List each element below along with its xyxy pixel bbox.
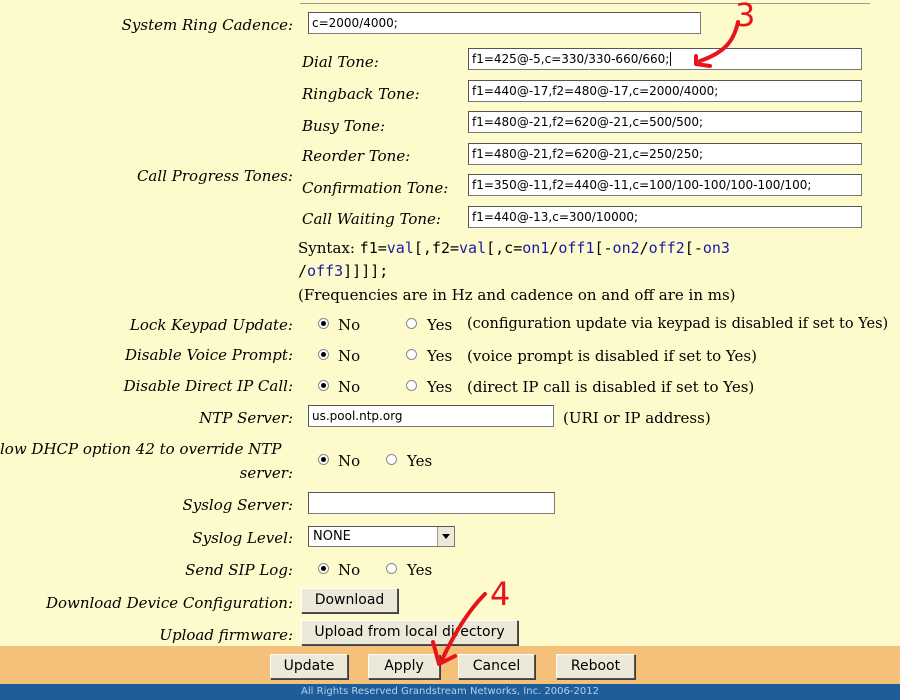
syslog-level-value: NONE: [313, 529, 351, 544]
disable-voice-no-radio[interactable]: [318, 349, 329, 360]
ringback-tone-input[interactable]: f1=440@-17,f2=480@-17,c=2000/4000;: [468, 80, 862, 102]
ntp-server-label: NTP Server:: [199, 409, 293, 427]
syntax-prefix: Syntax:: [298, 239, 360, 257]
dhcp42-label-line1: low DHCP option 42 to override NTP: [0, 440, 282, 458]
syntax-token: [,f2=: [413, 239, 460, 257]
call-waiting-tone-input[interactable]: f1=440@-13,c=300/10000;: [468, 206, 862, 228]
syslog-server-label: Syslog Server:: [182, 496, 293, 514]
send-sip-log-no-label: No: [338, 561, 361, 579]
syntax-note: (Frequencies are in Hz and cadence on an…: [298, 286, 736, 304]
text-caret: [670, 52, 672, 66]
send-sip-log-yes-radio[interactable]: [386, 563, 397, 574]
disable-voice-no-label: No: [338, 347, 361, 365]
syntax-token: off3: [307, 262, 344, 280]
syntax-token: on3: [702, 239, 730, 257]
syntax-token: off2: [648, 239, 685, 257]
syntax-token: /: [298, 262, 308, 280]
arrow-3-icon: [694, 20, 740, 68]
busy-tone-input[interactable]: f1=480@-21,f2=620@-21,c=500/500;: [468, 111, 862, 133]
syntax-line-2: /off3]]]];: [298, 262, 388, 280]
syntax-token: ]]]];: [343, 262, 389, 280]
send-sip-log-yes-label: Yes: [407, 561, 433, 579]
dhcp42-yes-label: Yes: [407, 452, 433, 470]
top-edge: [300, 0, 870, 4]
disable-voice-yes-radio[interactable]: [406, 349, 417, 360]
disable-direct-ip-no-label: No: [338, 378, 361, 396]
system-ring-cadence-input[interactable]: c=2000/4000;: [308, 12, 701, 34]
send-sip-log-label: Send SIP Log:: [185, 561, 293, 579]
update-button[interactable]: Update: [270, 654, 348, 679]
arrow-4-icon: [431, 592, 487, 666]
disable-voice-label: Disable Voice Prompt:: [124, 346, 293, 364]
reorder-tone-label: Reorder Tone:: [302, 147, 411, 165]
dhcp42-no-radio[interactable]: [318, 454, 329, 465]
lock-keypad-yes-radio[interactable]: [406, 318, 417, 329]
syslog-level-label: Syslog Level:: [192, 529, 293, 547]
disable-direct-ip-label: Disable Direct IP Call:: [123, 377, 293, 395]
disable-direct-ip-no-radio[interactable]: [318, 380, 329, 391]
upload-firmware-label: Upload firmware:: [159, 626, 293, 644]
syntax-token: /: [549, 239, 559, 257]
lock-keypad-label: Lock Keypad Update:: [129, 316, 293, 334]
disable-voice-note: (voice prompt is disabled if set to Yes): [467, 347, 757, 365]
syntax-token: val: [459, 239, 487, 257]
lock-keypad-no-label: No: [338, 316, 361, 334]
copyright-footer: All Rights Reserved Grandstream Networks…: [0, 684, 900, 700]
dhcp42-no-label: No: [338, 452, 361, 470]
syntax-token: /: [639, 239, 649, 257]
syntax-line-1: Syntax: f1=val[,f2=val[,c=on1/off1[-on2/…: [298, 239, 730, 257]
busy-tone-label: Busy Tone:: [302, 117, 386, 135]
confirmation-tone-label: Confirmation Tone:: [302, 179, 449, 197]
dropdown-arrow-button[interactable]: [437, 527, 454, 546]
dial-tone-value: f1=425@-5,c=330/330-660/660;: [472, 52, 670, 66]
disable-direct-ip-note: (direct IP call is disabled if set to Ye…: [467, 378, 755, 396]
syslog-server-input[interactable]: [308, 492, 555, 514]
dial-tone-input[interactable]: f1=425@-5,c=330/330-660/660;: [468, 48, 862, 70]
reorder-tone-input[interactable]: f1=480@-21,f2=620@-21,c=250/250;: [468, 143, 862, 165]
disable-voice-yes-label: Yes: [427, 347, 453, 365]
syntax-token: [-: [594, 239, 613, 257]
syntax-token: [,c=: [486, 239, 523, 257]
ntp-server-note: (URI or IP address): [563, 409, 711, 427]
dhcp42-label-line2: server:: [239, 464, 293, 482]
system-ring-cadence-label: System Ring Cadence:: [121, 16, 293, 34]
syntax-token: f1=: [359, 239, 387, 257]
syntax-token: on1: [522, 239, 550, 257]
disable-direct-ip-yes-radio[interactable]: [406, 380, 417, 391]
confirmation-tone-input[interactable]: f1=350@-11,f2=440@-11,c=100/100-100/100-…: [468, 174, 862, 196]
dhcp42-yes-radio[interactable]: [386, 454, 397, 465]
lock-keypad-note: (configuration update via keypad is disa…: [467, 316, 889, 332]
download-button[interactable]: Download: [301, 588, 398, 613]
ringback-tone-label: Ringback Tone:: [302, 85, 420, 103]
syslog-level-select[interactable]: NONE: [308, 526, 455, 547]
lock-keypad-yes-label: Yes: [427, 316, 453, 334]
download-config-label: Download Device Configuration:: [45, 594, 293, 612]
chevron-down-icon: [442, 534, 450, 539]
lock-keypad-no-radio[interactable]: [318, 318, 329, 329]
reboot-button[interactable]: Reboot: [556, 654, 635, 679]
dial-tone-label: Dial Tone:: [302, 53, 379, 71]
syntax-token: on2: [612, 239, 640, 257]
call-progress-tones-label: Call Progress Tones:: [136, 167, 293, 185]
syntax-token: [-: [684, 239, 703, 257]
syntax-token: off1: [558, 239, 595, 257]
syntax-token: val: [386, 239, 414, 257]
ntp-server-input[interactable]: us.pool.ntp.org: [308, 405, 554, 427]
send-sip-log-no-radio[interactable]: [318, 563, 329, 574]
disable-direct-ip-yes-label: Yes: [427, 378, 453, 396]
call-waiting-tone-label: Call Waiting Tone:: [302, 210, 441, 228]
